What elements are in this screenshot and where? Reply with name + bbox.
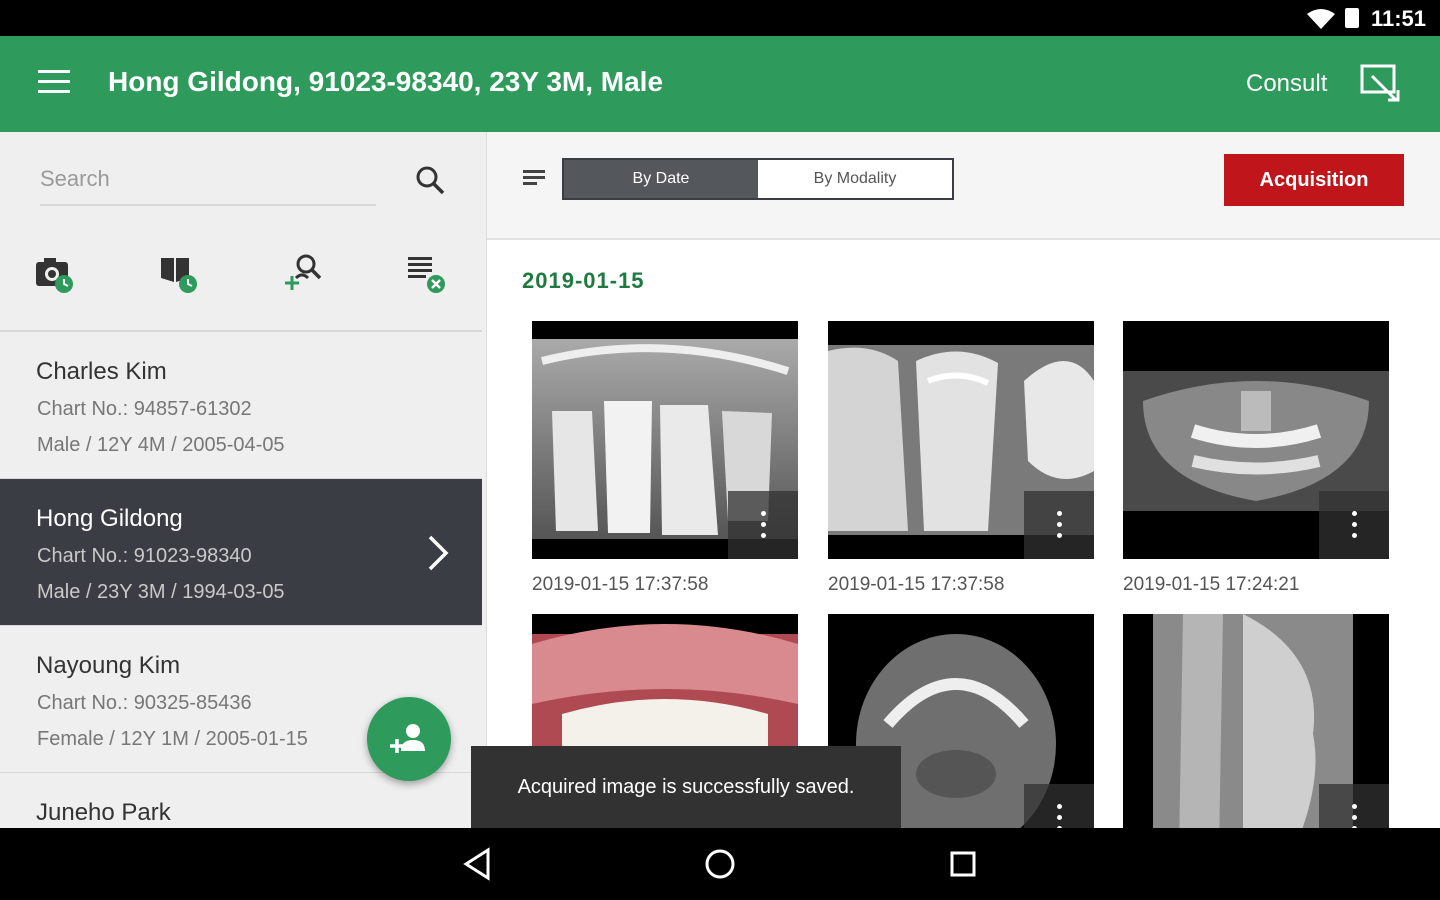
battery-icon: [1345, 8, 1359, 28]
patient-name: Juneho Park: [36, 799, 171, 826]
more-options-icon[interactable]: [1024, 491, 1094, 559]
consult-button[interactable]: Consult: [1246, 70, 1327, 98]
image-toolbar: By Date By Modality Acquisition: [487, 132, 1440, 240]
more-options-icon[interactable]: [1319, 784, 1389, 828]
image-panel: By Date By Modality Acquisition 2019-01-…: [487, 132, 1440, 828]
patient-item-charles-kim[interactable]: Charles Kim Chart No.: 94857-61302 Male …: [0, 332, 482, 479]
snackbar-message: Acquired image is successfully saved.: [471, 746, 901, 828]
image-thumb-periapical[interactable]: [532, 321, 798, 559]
patient-name: Nayoung Kim: [36, 652, 181, 679]
more-options-icon[interactable]: [728, 491, 798, 559]
more-options-icon[interactable]: [1024, 784, 1094, 828]
acquisition-button[interactable]: Acquisition: [1224, 154, 1404, 206]
patient-info: Male / 23Y 3M / 1994-03-05: [37, 581, 285, 603]
image-thumb-bitewing[interactable]: [828, 321, 1094, 559]
recents-icon[interactable]: [947, 846, 979, 882]
add-patient-button[interactable]: [367, 697, 451, 781]
patient-chart-no: Chart No.: 94857-61302: [37, 398, 252, 420]
home-icon[interactable]: [702, 846, 738, 882]
add-search-icon[interactable]: [282, 252, 330, 300]
patient-chart-no: Chart No.: 90325-85436: [37, 692, 252, 714]
navigation-bar: [0, 828, 1440, 900]
book-recent-icon[interactable]: [158, 252, 206, 300]
date-group-header: 2019-01-15: [522, 268, 645, 293]
back-icon[interactable]: [462, 846, 494, 882]
more-options-icon[interactable]: [1319, 491, 1389, 559]
page-title: Hong Gildong, 91023-98340, 23Y 3M, Male: [108, 66, 664, 97]
search-icon[interactable]: [414, 164, 446, 196]
patient-name: Charles Kim: [36, 358, 167, 385]
patient-item-hong-gildong[interactable]: Hong Gildong Chart No.: 91023-98340 Male…: [0, 479, 482, 626]
menu-icon[interactable]: [38, 70, 70, 96]
status-bar: 11:51: [0, 0, 1440, 36]
patient-tools: [0, 252, 486, 312]
search-box: [40, 162, 376, 206]
image-timestamp: 2019-01-15 17:24:21: [1123, 574, 1300, 595]
tab-by-modality[interactable]: By Modality: [758, 160, 952, 198]
consult-icon[interactable]: [1358, 62, 1400, 104]
image-thumb-cephalometric[interactable]: [1123, 614, 1389, 828]
add-person-icon: [390, 724, 425, 753]
image-timestamp: 2019-01-15 17:37:58: [532, 574, 709, 595]
clock: 11:51: [1370, 6, 1426, 31]
image-timestamp: 2019-01-15 17:37:58: [828, 574, 1005, 595]
image-thumb-panoramic[interactable]: [1123, 321, 1389, 559]
patient-info: Male / 12Y 4M / 2005-04-05: [37, 434, 285, 456]
app-bar: Hong Gildong, 91023-98340, 23Y 3M, Male …: [0, 36, 1440, 132]
clear-list-icon[interactable]: [406, 252, 454, 300]
sort-icon[interactable]: [523, 168, 547, 188]
tab-by-date[interactable]: By Date: [564, 160, 758, 198]
patient-chart-no: Chart No.: 91023-98340: [37, 545, 252, 567]
chevron-right-icon: [428, 535, 449, 571]
search-input[interactable]: [40, 162, 376, 196]
camera-recent-icon[interactable]: [34, 252, 82, 300]
view-toggle: By Date By Modality: [562, 158, 954, 200]
wifi-icon: [1307, 9, 1335, 29]
patient-info: Female / 12Y 1M / 2005-01-15: [37, 728, 308, 750]
patient-name: Hong Gildong: [36, 505, 183, 532]
patient-item-juneho-park[interactable]: Juneho Park: [0, 773, 482, 828]
